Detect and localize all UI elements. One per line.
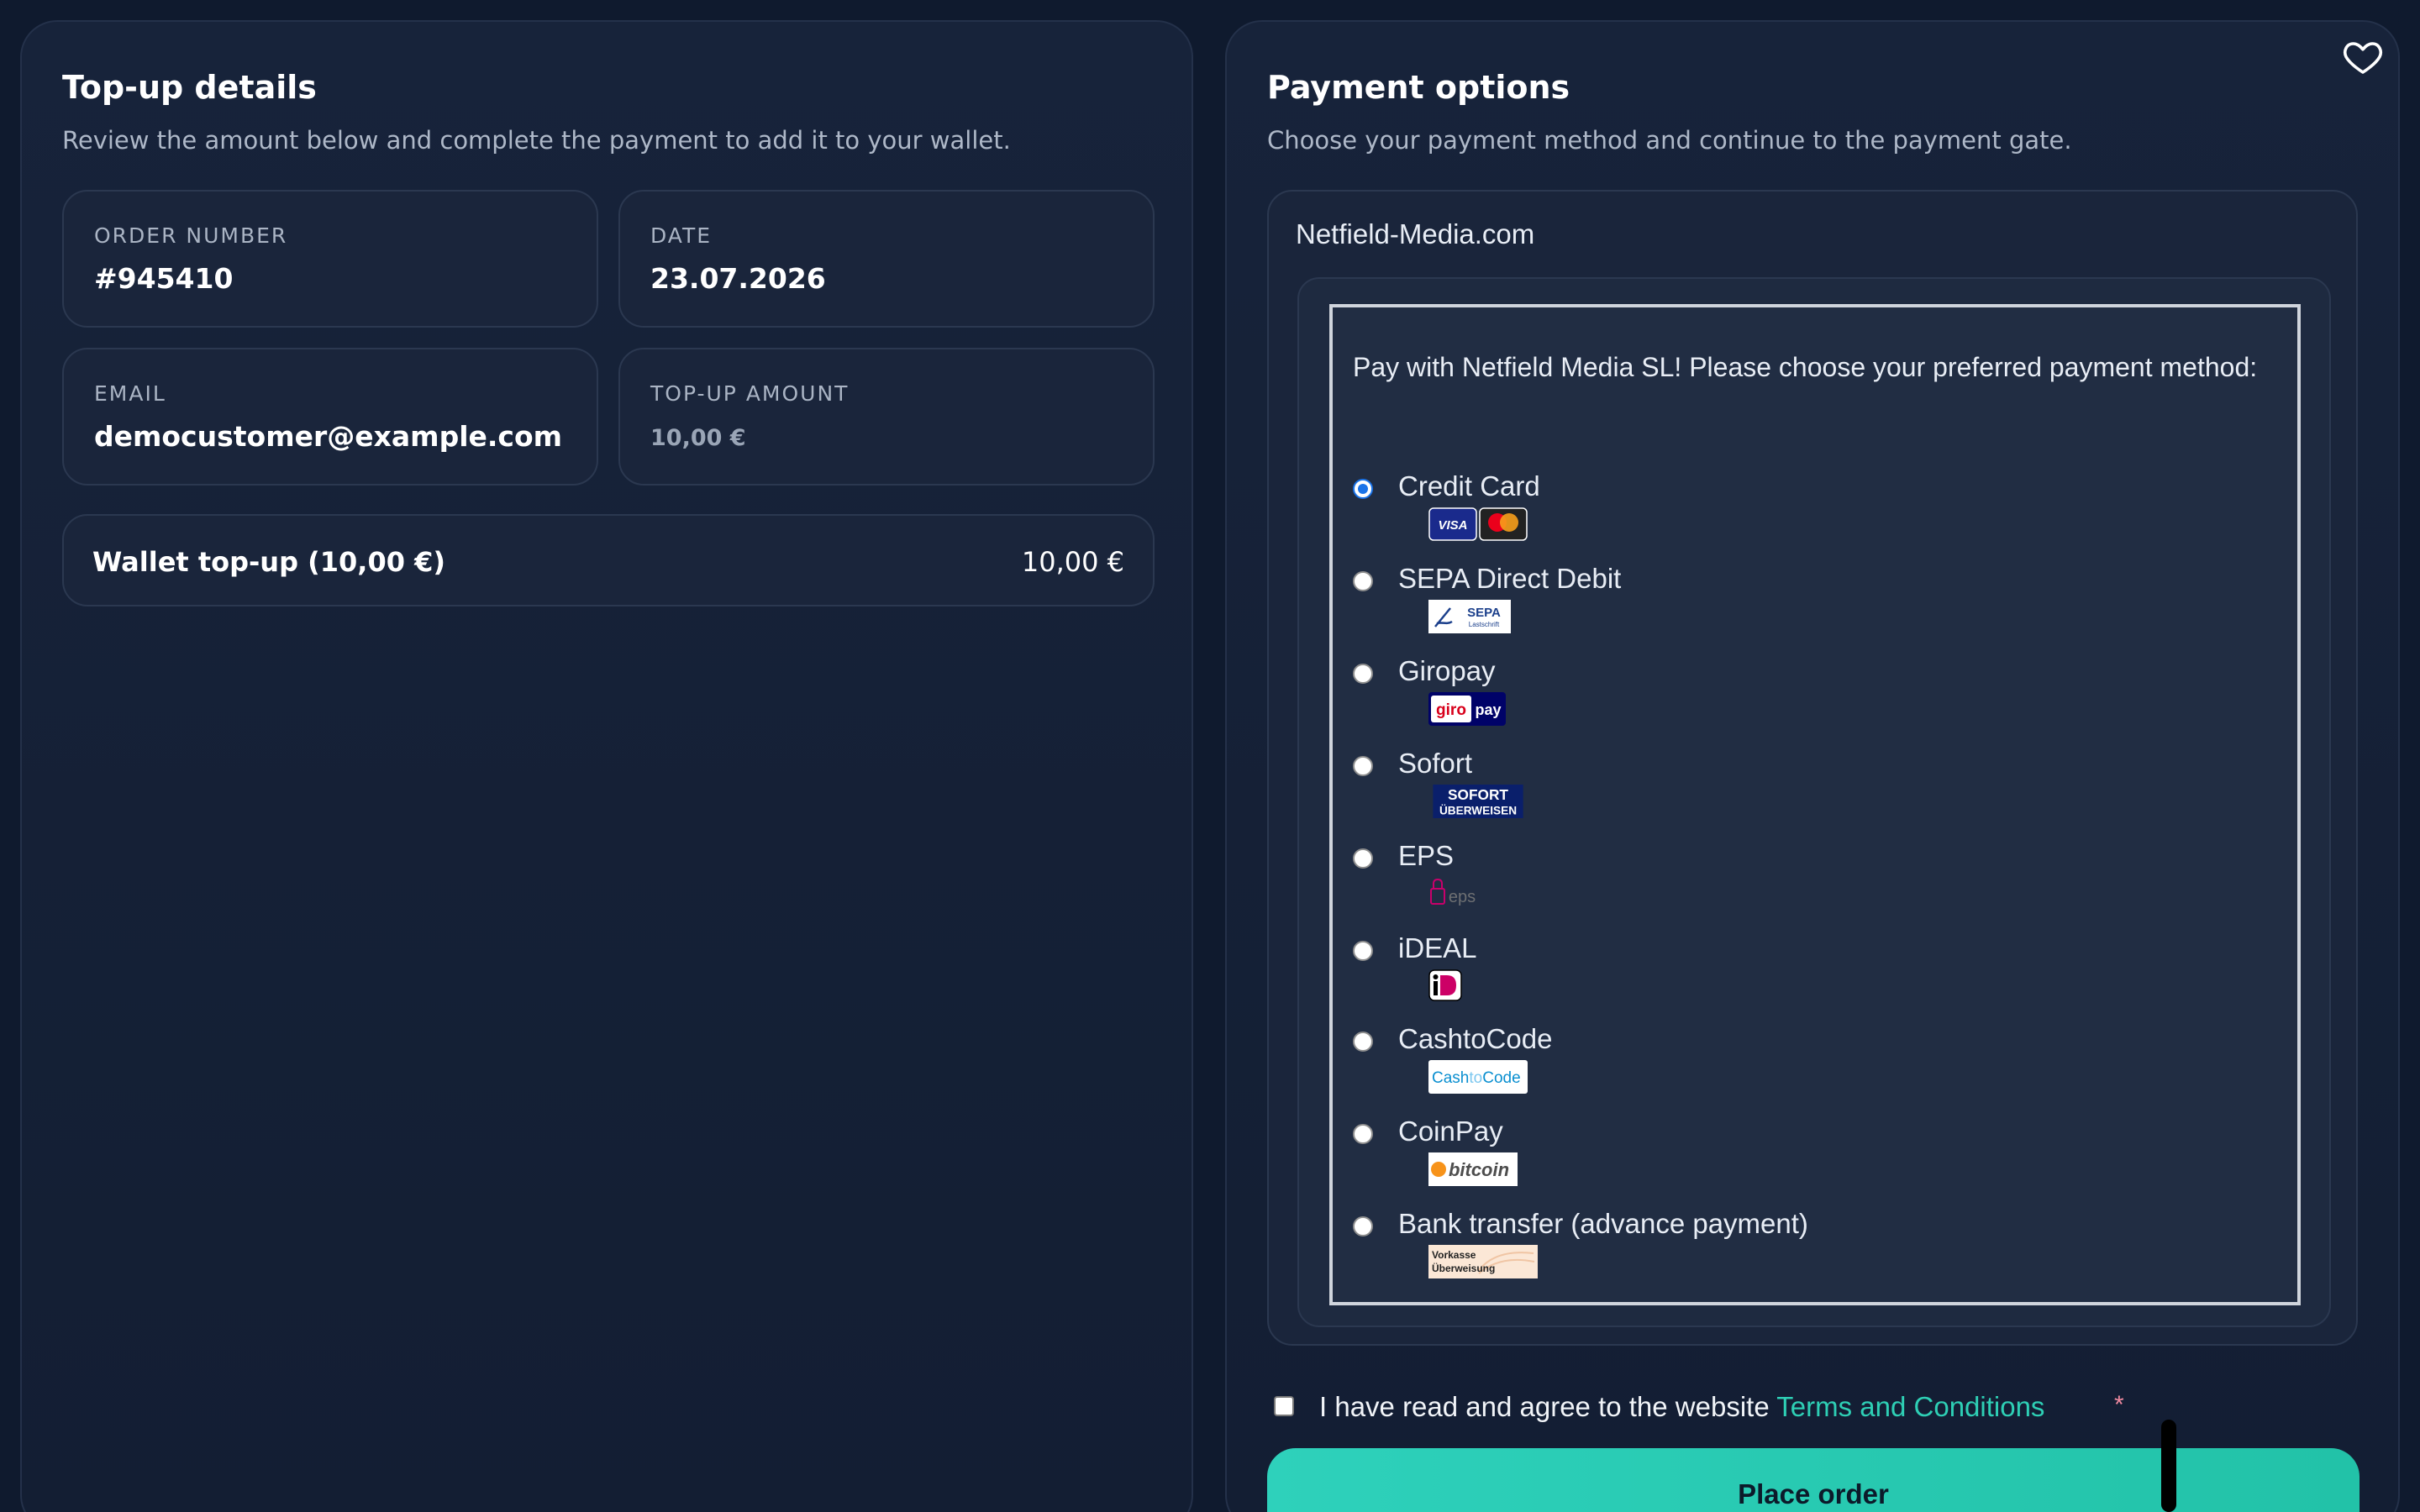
cash-text: Cash xyxy=(1432,1069,1469,1087)
method-label-coinpay: CoinPay xyxy=(1398,1116,1503,1147)
payment-method-ideal[interactable]: iDEAL xyxy=(1353,932,2109,1016)
bitcoin-logo-icon: bitcoin xyxy=(1428,1152,1518,1186)
place-order-label: Place order xyxy=(1738,1478,1889,1509)
vorkasse-logo-icon: Vorkasse Überweisung xyxy=(1428,1245,1538,1278)
radio-bank-transfer[interactable] xyxy=(1353,1216,1373,1236)
radio-credit-card[interactable] xyxy=(1353,479,1373,499)
radio-sepa[interactable] xyxy=(1353,571,1373,591)
provider-name: Netfield-Media.com xyxy=(1296,218,1535,249)
required-marker: * xyxy=(2114,1391,2124,1419)
line-item-price: 10,00 € xyxy=(1021,546,1124,578)
vorkasse-text-1: Vorkasse xyxy=(1432,1249,1476,1261)
order-number-label: ORDER NUMBER xyxy=(94,223,288,248)
payment-method-sepa[interactable]: SEPA Direct Debit SEPA Lastschrift xyxy=(1353,563,2109,647)
radio-coinpay[interactable] xyxy=(1353,1124,1373,1144)
sepa-logo-icon: SEPA Lastschrift xyxy=(1428,600,1511,633)
place-order-button[interactable]: Place order xyxy=(1267,1448,2360,1512)
topup-details-panel: Top-up details Review the amount below a… xyxy=(20,20,1193,1512)
card-logos-icon: VISA xyxy=(1428,507,1528,541)
terms-link[interactable]: Terms and Conditions xyxy=(1776,1391,2044,1422)
payment-method-bank-transfer[interactable]: Bank transfer (advance payment) Vorkasse… xyxy=(1353,1208,2109,1292)
payment-method-giropay[interactable]: Giropay giro pay xyxy=(1353,655,2109,739)
scrollbar-handle[interactable] xyxy=(2161,1420,2176,1512)
topup-amount-label: TOP-UP AMOUNT xyxy=(650,381,850,406)
radio-ideal[interactable] xyxy=(1353,941,1373,961)
radio-sofort[interactable] xyxy=(1353,756,1373,776)
payment-method-sofort[interactable]: Sofort SOFORT ÜBERWEISEN xyxy=(1353,748,2109,832)
terms-text: I have read and agree to the website Ter… xyxy=(1319,1391,2044,1423)
visa-text: VISA xyxy=(1438,518,1467,533)
pay-text: pay xyxy=(1475,701,1501,718)
payment-method-coinpay[interactable]: CoinPay bitcoin xyxy=(1353,1116,2109,1200)
terms-prefix: I have read and agree to the website xyxy=(1319,1391,1777,1422)
method-label-cashtocode: CashtoCode xyxy=(1398,1023,1553,1054)
radio-cashtocode[interactable] xyxy=(1353,1032,1373,1052)
payment-method-cashtocode[interactable]: CashtoCode CashtoCode xyxy=(1353,1023,2109,1107)
payment-title: Payment options xyxy=(1267,69,1570,106)
date-value: 23.07.2026 xyxy=(650,262,826,295)
topup-amount-card: TOP-UP AMOUNT 10,00 € xyxy=(618,348,1155,486)
radio-eps[interactable] xyxy=(1353,848,1373,869)
date-card: DATE 23.07.2026 xyxy=(618,190,1155,328)
svg-text:CashtoCode: CashtoCode xyxy=(1432,1069,1521,1087)
cashtocode-logo-icon: CashtoCode xyxy=(1428,1060,1528,1094)
email-value: democustomer@example.com xyxy=(94,420,563,453)
radio-giropay[interactable] xyxy=(1353,664,1373,684)
vorkasse-text-2: Überweisung xyxy=(1432,1262,1495,1274)
method-label-credit-card: Credit Card xyxy=(1398,470,1540,501)
payment-provider-box: Netfield-Media.com Pay with Netfield Med… xyxy=(1267,190,2358,1346)
method-label-giropay: Giropay xyxy=(1398,655,1496,686)
payment-subtitle: Choose your payment method and continue … xyxy=(1267,126,2072,155)
sepa-sub-text: Lastschrift xyxy=(1469,621,1500,628)
topup-subtitle: Review the amount below and complete the… xyxy=(62,126,1011,155)
method-label-sofort: Sofort xyxy=(1398,748,1473,779)
eps-logo-icon: eps xyxy=(1430,878,1476,906)
date-label: DATE xyxy=(650,223,713,248)
sofort-logo-icon: SOFORT ÜBERWEISEN xyxy=(1433,785,1523,818)
email-label: EMAIL xyxy=(94,381,166,406)
terms-checkbox[interactable] xyxy=(1274,1396,1294,1416)
heart-icon[interactable] xyxy=(2343,37,2383,77)
payment-intro-text: Pay with Netfield Media SL! Please choos… xyxy=(1353,352,2258,382)
line-item: Wallet top-up (10,00 €) 10,00 € xyxy=(62,514,1155,606)
method-label-ideal: iDEAL xyxy=(1398,932,1477,963)
to-text: to xyxy=(1469,1069,1482,1087)
giropay-logo-icon: giro pay xyxy=(1428,692,1506,726)
method-label-bank-transfer: Bank transfer (advance payment) xyxy=(1398,1208,1808,1239)
method-label-eps: EPS xyxy=(1398,840,1455,871)
order-number-card: ORDER NUMBER #945410 xyxy=(62,190,598,328)
topup-title: Top-up details xyxy=(62,69,317,106)
sofort-text: SOFORT xyxy=(1448,786,1508,803)
payment-method-eps[interactable]: EPS eps xyxy=(1353,840,2109,924)
bitcoin-text: bitcoin xyxy=(1449,1159,1509,1180)
topup-amount-value: 10,00 € xyxy=(650,425,746,451)
sofort-sub-text: ÜBERWEISEN xyxy=(1439,804,1517,816)
payment-options-panel: Payment options Choose your payment meth… xyxy=(1225,20,2400,1512)
sepa-text: SEPA xyxy=(1467,606,1501,620)
payment-method-credit-card[interactable]: Credit Card VISA xyxy=(1353,470,2109,554)
payment-widget-container: Pay with Netfield Media SL! Please choos… xyxy=(1297,277,2331,1327)
payment-iframe: Pay with Netfield Media SL! Please choos… xyxy=(1329,304,2301,1305)
order-number-value: #945410 xyxy=(94,262,234,295)
giro-text: giro xyxy=(1436,701,1466,719)
method-label-sepa: SEPA Direct Debit xyxy=(1398,563,1622,594)
ideal-logo-icon xyxy=(1428,969,1462,1001)
eps-text: eps xyxy=(1449,888,1476,906)
code-text: Code xyxy=(1482,1069,1520,1087)
email-card: EMAIL democustomer@example.com xyxy=(62,348,598,486)
line-item-name: Wallet top-up (10,00 €) xyxy=(92,546,445,578)
